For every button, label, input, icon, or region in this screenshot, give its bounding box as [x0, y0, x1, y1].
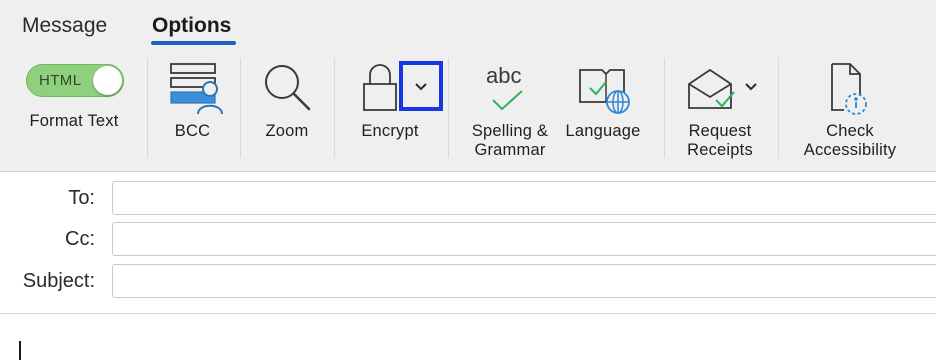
language-label: Language	[565, 122, 641, 140]
spelling-label-line1: Spelling &	[471, 122, 549, 140]
cc-label: Cc:	[65, 228, 95, 250]
group-separator	[147, 58, 148, 158]
toggle-label: HTML	[39, 72, 82, 89]
request-receipts-label-line1: Request	[688, 122, 752, 140]
toggle-knob	[93, 66, 122, 95]
tab-options[interactable]: Options	[152, 14, 231, 38]
encrypt-label: Encrypt	[361, 122, 419, 140]
check-accessibility-label-line2: Accessibility	[803, 141, 897, 159]
to-field[interactable]	[112, 181, 936, 215]
subject-row: Subject:	[0, 264, 936, 298]
language-button[interactable]: Language	[558, 60, 648, 150]
check-accessibility-button[interactable]: Check Accessibility	[790, 60, 910, 160]
group-separator	[664, 58, 665, 158]
request-receipts-button[interactable]: Request Receipts	[672, 60, 768, 160]
tab-message[interactable]: Message	[22, 14, 107, 38]
bcc-icon	[170, 63, 223, 115]
message-body[interactable]	[0, 314, 936, 360]
to-label: To:	[68, 187, 95, 209]
format-text-toggle[interactable]: HTML	[26, 64, 124, 97]
language-icon	[579, 69, 630, 114]
zoom-button[interactable]: Zoom	[248, 60, 326, 150]
to-row: To:	[0, 181, 936, 215]
cc-row: Cc:	[0, 222, 936, 256]
group-separator	[240, 58, 241, 158]
checkmark-icon	[492, 90, 523, 111]
subject-field[interactable]	[112, 264, 936, 298]
zoom-label: Zoom	[265, 122, 309, 140]
bcc-label: BCC	[174, 122, 211, 140]
group-separator	[778, 58, 779, 158]
envelope-receipt-icon	[688, 68, 735, 109]
spelling-label-line2: Grammar	[474, 141, 546, 159]
group-separator	[334, 58, 335, 158]
ribbon: Message Options HTML Format Text BCC Zoo…	[0, 0, 936, 172]
magnifier-icon	[265, 65, 311, 111]
abc-icon-text: abc	[486, 63, 522, 88]
cc-field[interactable]	[112, 222, 936, 256]
chevron-down-icon	[745, 83, 757, 91]
format-text-label: Format Text	[29, 112, 119, 130]
selected-tab-indicator	[151, 41, 236, 45]
accessibility-check-icon	[831, 63, 867, 115]
check-accessibility-label-line1: Check	[826, 122, 874, 140]
subject-label: Subject:	[22, 270, 95, 292]
group-separator	[448, 58, 449, 158]
selection-highlight	[399, 61, 443, 111]
text-caret	[19, 341, 21, 360]
spelling-grammar-button[interactable]: abc Spelling & Grammar	[462, 60, 558, 160]
request-receipts-label-line2: Receipts	[687, 141, 753, 159]
bcc-button[interactable]: BCC	[155, 60, 230, 150]
